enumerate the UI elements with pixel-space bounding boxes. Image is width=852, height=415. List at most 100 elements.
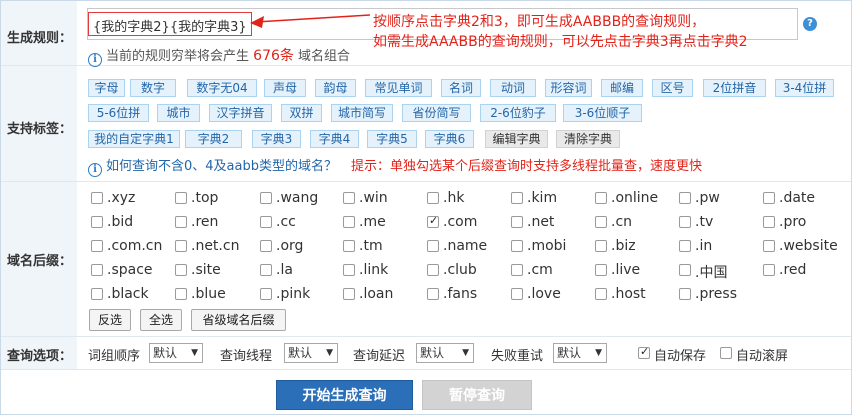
- tag-1-7[interactable]: 3-6位顺子: [563, 104, 642, 122]
- suffix-checkbox[interactable]: [595, 264, 607, 276]
- suffix-label: .tm: [359, 238, 383, 254]
- suffix-checkbox[interactable]: [763, 216, 775, 228]
- pause-query-button[interactable]: 暂停查询: [422, 380, 532, 410]
- tag-0-5[interactable]: 常见单词: [365, 79, 432, 97]
- tag-0-6[interactable]: 名词: [441, 79, 481, 97]
- retry-select[interactable]: 默认 ▼: [553, 343, 607, 363]
- suffix-checkbox[interactable]: [679, 264, 691, 276]
- suffix-checkbox[interactable]: [427, 192, 439, 204]
- autosave-checkbox[interactable]: [638, 345, 650, 359]
- tag-0-10[interactable]: 区号: [652, 79, 693, 97]
- suffix-checkbox[interactable]: [427, 264, 439, 276]
- help-icon[interactable]: ?: [803, 17, 817, 31]
- suffix-checkbox[interactable]: [175, 240, 187, 252]
- suffix-label: .com.cn: [107, 238, 163, 254]
- suffix-checkbox[interactable]: [595, 216, 607, 228]
- tag-2-4[interactable]: 字典5: [367, 130, 417, 148]
- threads-select[interactable]: 默认 ▼: [284, 343, 338, 363]
- tag-0-9[interactable]: 邮编: [601, 79, 643, 97]
- suffix-label: .in: [695, 238, 713, 254]
- suffix-checkbox[interactable]: [260, 288, 272, 300]
- suffix-checkbox[interactable]: [595, 288, 607, 300]
- suffix-label: .top: [191, 190, 219, 206]
- suffix-checkbox[interactable]: [427, 240, 439, 252]
- tag-2-6[interactable]: 编辑字典: [485, 130, 548, 148]
- suffix-checkbox[interactable]: [260, 192, 272, 204]
- suffix-label: .bid: [107, 214, 134, 230]
- suffix-label: .club: [443, 262, 477, 278]
- suffix-checkbox[interactable]: [260, 216, 272, 228]
- tag-2-3[interactable]: 字典4: [310, 130, 359, 148]
- suffix-checkbox[interactable]: [343, 288, 355, 300]
- suffix-checkbox[interactable]: [679, 240, 691, 252]
- suffix-checkbox[interactable]: [175, 216, 187, 228]
- start-query-button[interactable]: 开始生成查询: [276, 380, 413, 410]
- suffix-checkbox[interactable]: [511, 240, 523, 252]
- tag-0-8[interactable]: 形容词: [545, 79, 592, 97]
- suffix-checkbox[interactable]: [343, 264, 355, 276]
- suffix-checkbox[interactable]: [260, 240, 272, 252]
- suffix-checkbox[interactable]: [763, 240, 775, 252]
- tag-1-3[interactable]: 双拼: [281, 104, 322, 122]
- tag-2-1[interactable]: 字典2: [185, 130, 242, 148]
- suffix-checkbox[interactable]: [763, 192, 775, 204]
- suffix-checkbox[interactable]: [763, 264, 775, 276]
- suffix-checkbox[interactable]: [91, 240, 103, 252]
- tags-label: 支持标签：: [6, 122, 72, 137]
- suffix-checkbox[interactable]: [427, 288, 439, 300]
- delay-select[interactable]: 默认 ▼: [416, 343, 474, 363]
- suffix-checkbox[interactable]: [175, 192, 187, 204]
- order-select[interactable]: 默认 ▼: [149, 343, 203, 363]
- rule-note-line2: 如需生成AAABB的查询规则，可以先点击字典3再点击字典2: [373, 34, 748, 50]
- suffix-checkbox[interactable]: [343, 240, 355, 252]
- suffix-checkbox[interactable]: [175, 288, 187, 300]
- province-suffix-button[interactable]: 省级域名后缀: [191, 309, 286, 331]
- options-label: 查询选项：: [6, 349, 72, 364]
- suffix-checkbox[interactable]: [595, 240, 607, 252]
- suffix-checkbox[interactable]: [679, 192, 691, 204]
- tag-2-2[interactable]: 字典3: [252, 130, 301, 148]
- suffix-checkbox[interactable]: [175, 264, 187, 276]
- suffix-checkbox[interactable]: [91, 264, 103, 276]
- autoscroll-checkbox[interactable]: [720, 347, 732, 359]
- suffix-checkbox[interactable]: [511, 288, 523, 300]
- suffix-checkbox[interactable]: [427, 214, 439, 228]
- tag-0-0[interactable]: 字母: [88, 79, 125, 97]
- suffix-label: .com: [443, 214, 478, 230]
- aabb-help-link[interactable]: 如何查询不含0、4及aabb类型的域名？: [106, 159, 337, 174]
- suffix-checkbox[interactable]: [343, 216, 355, 228]
- tag-2-7[interactable]: 清除字典: [556, 130, 620, 148]
- tag-0-7[interactable]: 动词: [490, 79, 536, 97]
- suffix-checkbox[interactable]: [260, 264, 272, 276]
- suffix-checkbox[interactable]: [511, 216, 523, 228]
- suffix-checkbox[interactable]: [343, 192, 355, 204]
- tag-1-2[interactable]: 汉字拼音: [209, 104, 272, 122]
- tag-2-0[interactable]: 我的自定字典1: [88, 130, 180, 148]
- tag-0-3[interactable]: 声母: [264, 79, 306, 97]
- tag-1-6[interactable]: 2-6位豹子: [480, 104, 556, 122]
- tag-1-0[interactable]: 5-6位拼: [88, 104, 149, 122]
- suffix-checkbox[interactable]: [595, 192, 607, 204]
- suffix-checkbox[interactable]: [91, 288, 103, 300]
- tag-0-1[interactable]: 数字: [130, 79, 176, 97]
- tag-0-4[interactable]: 韵母: [315, 79, 356, 97]
- rule-input-value[interactable]: {我的字典2}{我的字典3}: [88, 12, 252, 36]
- invert-selection-button[interactable]: 反选: [89, 309, 131, 331]
- suffix-checkbox[interactable]: [511, 192, 523, 204]
- tag-1-4[interactable]: 城市简写: [331, 104, 393, 122]
- tag-0-11[interactable]: 2位拼音: [703, 79, 766, 97]
- divider: [1, 181, 851, 182]
- tag-1-1[interactable]: 城市: [157, 104, 200, 122]
- suffix-checkbox[interactable]: [511, 264, 523, 276]
- tag-1-5[interactable]: 省份简写: [402, 104, 471, 122]
- tag-0-2[interactable]: 数字无04: [187, 79, 257, 97]
- suffix-checkbox[interactable]: [679, 216, 691, 228]
- suffix-checkbox[interactable]: [679, 288, 691, 300]
- suffix-checkbox[interactable]: [91, 192, 103, 204]
- tag-0-12[interactable]: 3-4位拼: [775, 79, 834, 97]
- multithread-hint: 提示：单独勾选某个后缀查询时支持多线程批量查，速度更快: [350, 159, 702, 174]
- suffix-checkbox[interactable]: [91, 216, 103, 228]
- tag-2-5[interactable]: 字典6: [425, 130, 474, 148]
- select-all-button[interactable]: 全选: [140, 309, 182, 331]
- suffix-label: .blue: [191, 286, 226, 302]
